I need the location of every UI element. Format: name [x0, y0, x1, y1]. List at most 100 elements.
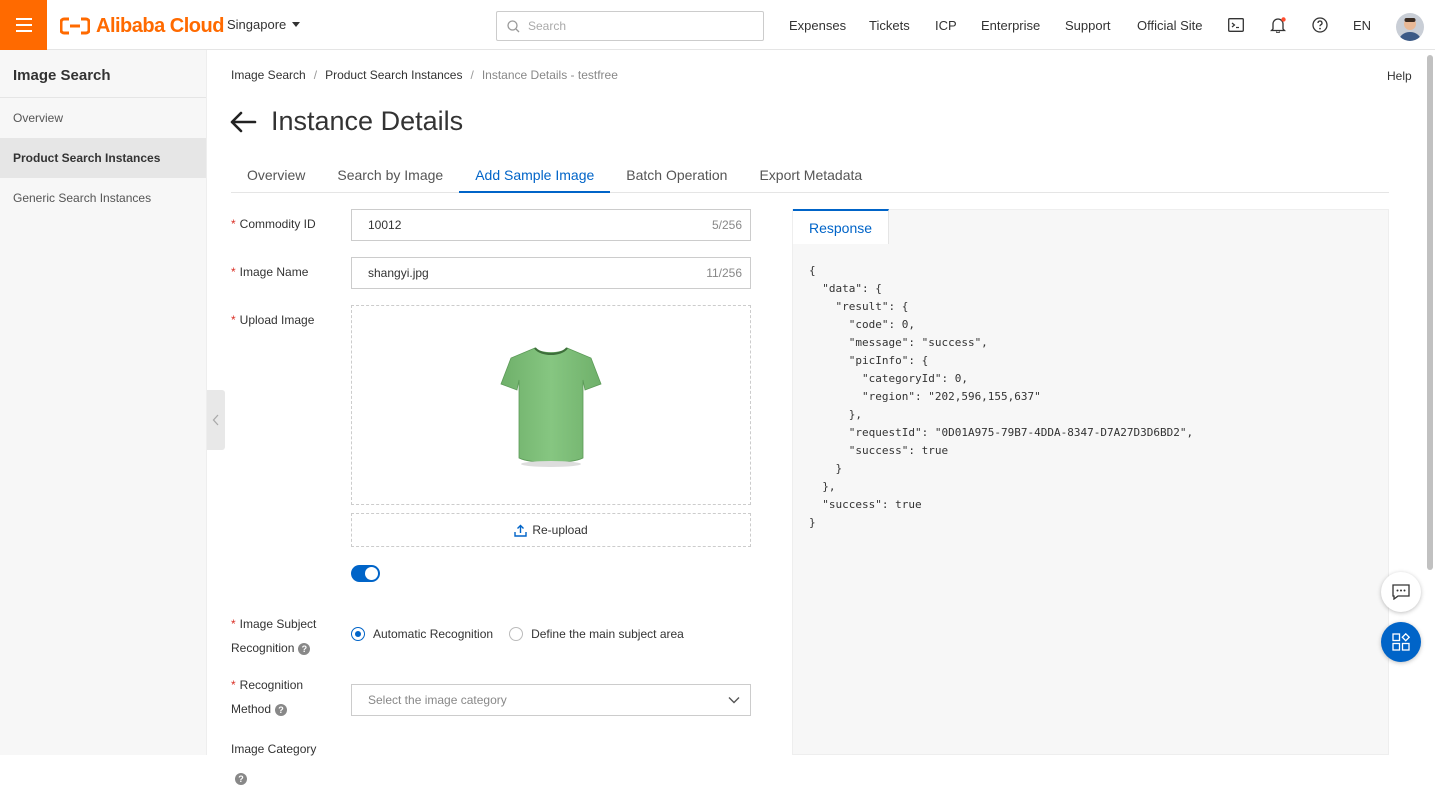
tab-overview[interactable]: Overview [231, 160, 321, 193]
nav-tickets[interactable]: Tickets [869, 18, 910, 33]
recognition-method-label-line1: Recognition [239, 678, 304, 692]
question-mark-icon[interactable]: ? [298, 642, 311, 655]
image-name-label: * Image Name [231, 260, 308, 284]
commodity-id-label: * Commodity ID [231, 212, 316, 236]
tshirt-image [500, 347, 602, 467]
upload-image-area[interactable] [351, 305, 751, 505]
bell-icon[interactable] [1268, 15, 1288, 35]
help-link[interactable]: Help [1387, 69, 1412, 83]
image-name-label-text: Image Name [239, 265, 309, 279]
image-category-select[interactable]: Select the image category [351, 684, 751, 716]
response-line: "requestId": "0D01A975-79B7-4DDA-8347-D7… [809, 426, 1194, 439]
image-category-label: Image Category ? [231, 737, 316, 785]
scrollbar[interactable] [1426, 50, 1435, 755]
title-row: Instance Details [229, 106, 463, 137]
upload-image-label-text: Upload Image [239, 313, 315, 327]
nav-enterprise[interactable]: Enterprise [981, 18, 1040, 33]
breadcrumb-image-search[interactable]: Image Search [231, 68, 306, 82]
subject-recognition-label-line2: Recognition [231, 641, 295, 655]
radio-define-subject-area-label[interactable]: Define the main subject area [531, 627, 684, 641]
response-line: "data": { [809, 282, 882, 295]
caret-down-icon [292, 22, 301, 27]
response-line: "message": "success", [809, 336, 988, 349]
breadcrumb-current: Instance Details - testfree [481, 68, 618, 82]
response-line: }, [809, 408, 862, 421]
nav-expenses[interactable]: Expenses [789, 18, 846, 33]
required-mark: * [231, 617, 236, 631]
nav-icp[interactable]: ICP [935, 18, 957, 33]
recognition-method-label: * Recognition Method? [231, 673, 303, 721]
page-title: Instance Details [271, 106, 464, 136]
radio-automatic-recognition[interactable] [351, 627, 365, 641]
sidebar-item-generic-search-instances[interactable]: Generic Search Instances [0, 178, 206, 218]
sidebar-item-product-search-instances[interactable]: Product Search Instances [0, 138, 206, 178]
apps-button[interactable] [1381, 622, 1421, 662]
reupload-button[interactable]: Re-upload [351, 513, 751, 547]
response-line: "code": 0, [809, 318, 915, 331]
alibaba-cloud-logo[interactable]: Alibaba Cloud [60, 14, 224, 38]
top-bar: Alibaba Cloud Singapore Expenses Tickets… [0, 0, 1435, 50]
help-circle-icon[interactable] [1310, 15, 1330, 35]
question-mark-icon[interactable]: ? [235, 772, 247, 785]
required-mark: * [231, 217, 236, 231]
search-input[interactable] [528, 19, 728, 33]
tab-add-sample-image[interactable]: Add Sample Image [459, 160, 611, 193]
avatar[interactable] [1396, 13, 1424, 41]
tab-bar: Overview Search by Image Add Sample Imag… [231, 160, 1389, 193]
response-line: "result": { [809, 300, 909, 313]
radio-automatic-recognition-label[interactable]: Automatic Recognition [373, 627, 493, 641]
upload-image-label: * Upload Image [231, 308, 314, 332]
upload-icon [514, 524, 528, 537]
image-name-value: shangyi.jpg [368, 266, 429, 280]
commodity-id-field[interactable]: 10012 5/256 [351, 209, 751, 241]
chevron-down-icon [728, 697, 740, 704]
terminal-icon[interactable] [1226, 15, 1246, 35]
nav-support[interactable]: Support [1065, 18, 1111, 33]
sidebar-item-overview[interactable]: Overview [0, 98, 206, 138]
required-mark: * [231, 265, 236, 279]
response-line: } [809, 462, 843, 475]
breadcrumb-product-search-instances[interactable]: Product Search Instances [325, 68, 462, 82]
tab-export-metadata[interactable]: Export Metadata [743, 160, 878, 193]
subject-recognition-label: * Image Subject Recognition? [231, 612, 316, 660]
nav-official-site[interactable]: Official Site [1137, 18, 1203, 33]
response-line: "picInfo": { [809, 354, 929, 367]
image-name-field[interactable]: shangyi.jpg 11/256 [351, 257, 751, 289]
commodity-id-value: 10012 [368, 218, 402, 232]
tab-response[interactable]: Response [793, 209, 889, 244]
reupload-label: Re-upload [532, 523, 588, 537]
subject-recognition-label-line1: Image Subject [239, 617, 317, 631]
toggle-knob [365, 567, 378, 580]
hamburger-menu-button[interactable] [0, 0, 47, 50]
question-mark-icon[interactable]: ? [275, 703, 288, 716]
scrollbar-thumb[interactable] [1427, 55, 1433, 570]
back-arrow-icon[interactable] [229, 110, 257, 134]
required-mark: * [231, 313, 236, 327]
tab-batch-operation[interactable]: Batch Operation [610, 160, 743, 193]
commodity-id-count: 5/256 [711, 218, 742, 232]
search-box[interactable] [496, 11, 764, 41]
recognition-method-label-line2: Method [231, 702, 272, 716]
chat-button[interactable] [1381, 572, 1421, 612]
region-selector[interactable]: Singapore [227, 17, 301, 32]
response-line: } [809, 516, 816, 529]
breadcrumb: Image Search / Product Search Instances … [231, 68, 618, 82]
response-line: "success": true [809, 498, 922, 511]
commodity-id-label-text: Commodity ID [239, 217, 316, 231]
response-line: { [809, 264, 816, 277]
response-line: "categoryId": 0, [809, 372, 968, 385]
response-line: }, [809, 480, 836, 493]
image-category-label-text: Image Category [231, 742, 317, 756]
recognition-method-radios: Automatic Recognition Define the main su… [351, 627, 684, 641]
sidebar: Image Search Overview Product Search Ins… [0, 50, 207, 755]
image-name-count: 11/256 [706, 266, 742, 280]
required-mark: * [231, 678, 236, 692]
response-line: "success": true [809, 444, 949, 457]
radio-define-subject-area[interactable] [509, 627, 524, 641]
language-switch[interactable]: EN [1353, 18, 1371, 33]
region-label: Singapore [227, 17, 287, 32]
chat-icon [1392, 584, 1410, 600]
response-json: { "data": { "result": { "code": 0, "mess… [809, 262, 1193, 532]
subject-recognition-toggle[interactable] [351, 565, 380, 582]
tab-search-by-image[interactable]: Search by Image [321, 160, 459, 193]
